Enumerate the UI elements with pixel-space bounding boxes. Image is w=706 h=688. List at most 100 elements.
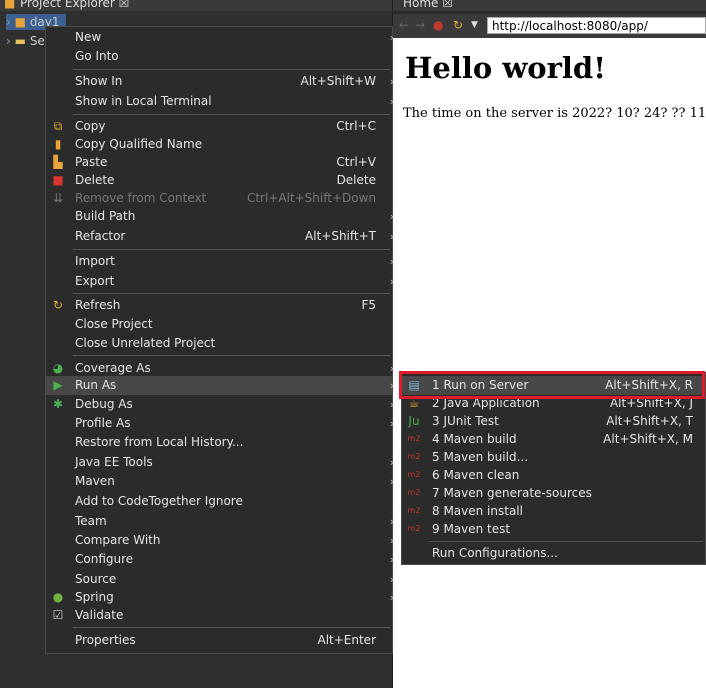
menu-item-shortcut: Ctrl+V [336, 155, 376, 169]
dropdown-icon[interactable]: ▼ [471, 20, 478, 30]
menu-item-new[interactable]: New › [46, 28, 394, 47]
chevron-right-icon: › [6, 34, 11, 48]
maven-icon: m2 [407, 434, 421, 443]
menu-separator [429, 541, 703, 542]
maven-icon: m2 [407, 452, 421, 461]
menu-item-spring[interactable]: ● Spring › [46, 588, 394, 607]
stop-icon[interactable]: ● [433, 18, 443, 32]
copy-qualified-icon: ▮ [54, 137, 62, 151]
forward-icon[interactable]: → [415, 18, 425, 32]
submenu-item-run-on-server[interactable]: ▤ 1 Run on Server Alt+Shift+X, R [402, 376, 705, 395]
refresh-icon[interactable]: ↻ [453, 18, 463, 32]
menu-item-build-path[interactable]: Build Path › [46, 207, 394, 226]
submenu-item-maven-generate-sources[interactable]: m2 7 Maven generate-sources [402, 484, 705, 503]
menu-item-debug-as[interactable]: ✱ Debug As › [46, 395, 394, 414]
tree-item-servers[interactable]: › ▬ Se [6, 33, 45, 49]
menu-item-shortcut: Alt+Enter [317, 633, 376, 647]
submenu-item-run-configurations[interactable]: Run Configurations... [402, 544, 705, 563]
page-heading: Hello world! [405, 51, 606, 85]
project-explorer-tabbar: ■ Project Explorer ☒ [0, 0, 392, 11]
menu-item-compare-with[interactable]: Compare With › [46, 531, 394, 550]
menu-item-validate[interactable]: ☑ Validate [46, 606, 392, 625]
url-input[interactable]: http://localhost:8080/app/ [487, 17, 706, 34]
menu-item-source[interactable]: Source › [46, 570, 394, 589]
menu-item-shortcut: F5 [361, 298, 376, 312]
submenu-item-maven-clean[interactable]: m2 6 Maven clean [402, 466, 705, 485]
menu-item-maven[interactable]: Maven › [46, 472, 394, 491]
menu-item-configure[interactable]: Configure › [46, 550, 394, 569]
menu-item-copy-qualified-name[interactable]: ▮ Copy Qualified Name [46, 135, 392, 154]
junit-icon: Ju [408, 414, 420, 428]
spring-icon: ● [52, 590, 64, 604]
submenu-item-java-application[interactable]: ☕ 2 Java Application Alt+Shift+X, J [402, 394, 705, 413]
menu-item-team[interactable]: Team › [46, 512, 394, 531]
menu-item-label: Restore from Local History... [75, 435, 244, 449]
web-page-content: Hello world! The time on the server is 2… [393, 38, 706, 688]
maven-icon: m2 [407, 506, 421, 515]
menu-item-copy[interactable]: ⧉ Copy Ctrl+C [46, 117, 392, 136]
menu-item-label: Close Project [75, 317, 153, 331]
submenu-item-junit-test[interactable]: Ju 3 JUnit Test Alt+Shift+X, T [402, 412, 705, 431]
chevron-right-icon: › [389, 210, 394, 223]
chevron-right-icon: › [389, 75, 394, 88]
menu-item-show-in-terminal[interactable]: Show in Local Terminal › [46, 92, 394, 111]
menu-item-codetogether-ignore[interactable]: Add to CodeTogether Ignore [46, 492, 392, 511]
maven-icon: m2 [407, 524, 421, 533]
menu-item-show-in[interactable]: Show In Alt+Shift+W › [46, 72, 394, 91]
menu-item-close-project[interactable]: Close Project [46, 315, 392, 334]
menu-item-close-unrelated-project[interactable]: Close Unrelated Project [46, 334, 392, 353]
project-explorer-tab[interactable]: Project Explorer ☒ [20, 0, 129, 10]
menu-item-delete[interactable]: ■ Delete Delete [46, 171, 392, 190]
menu-item-label: Properties [75, 633, 136, 647]
maven-icon: m2 [407, 470, 421, 479]
submenu-item-shortcut: Alt+Shift+X, R [605, 378, 693, 392]
chevron-right-icon: › [389, 553, 394, 566]
submenu-item-label: 8 Maven install [432, 504, 523, 518]
submenu-item-maven-test[interactable]: m2 9 Maven test [402, 520, 705, 539]
submenu-item-label: 5 Maven build... [432, 450, 529, 464]
run-as-submenu: ▤ 1 Run on Server Alt+Shift+X, R ☕ 2 Java A… [401, 372, 706, 565]
chevron-right-icon: › [389, 475, 394, 488]
submenu-item-shortcut: Alt+Shift+X, J [609, 396, 693, 410]
menu-item-refresh[interactable]: ↻ Refresh F5 [46, 296, 392, 315]
menu-item-label: Delete [75, 173, 115, 187]
menu-item-java-ee-tools[interactable]: Java EE Tools › [46, 453, 394, 472]
menu-item-label: Configure [75, 552, 134, 566]
menu-item-go-into[interactable]: Go Into [46, 47, 392, 66]
submenu-item-maven-build[interactable]: m2 4 Maven build Alt+Shift+X, M [402, 430, 705, 449]
menu-item-run-as[interactable]: ▶ Run As › [46, 376, 394, 395]
menu-separator [73, 69, 390, 70]
submenu-item-label: 3 JUnit Test [432, 414, 499, 428]
menu-item-restore-local-history[interactable]: Restore from Local History... [46, 433, 392, 452]
chevron-right-icon: › [389, 31, 394, 44]
menu-item-label: Build Path [75, 209, 136, 223]
delete-icon: ■ [52, 173, 64, 187]
browser-tab[interactable]: Home ☒ [403, 0, 453, 10]
menu-item-label: Compare With [75, 533, 161, 547]
menu-item-label: Close Unrelated Project [75, 336, 216, 350]
maven-icon: m2 [407, 488, 421, 497]
menu-item-properties[interactable]: Properties Alt+Enter [46, 631, 392, 650]
page-text: The time on the server is 2022? 10? 24? … [403, 106, 706, 121]
menu-item-shortcut: Delete [336, 173, 376, 187]
submenu-item-maven-install[interactable]: m2 8 Maven install [402, 502, 705, 521]
menu-item-export[interactable]: Export › [46, 272, 394, 291]
folder-icon: ■ [4, 0, 16, 10]
chevron-right-icon: › [389, 591, 394, 604]
menu-item-label: Export [75, 274, 115, 288]
menu-item-refactor[interactable]: Refactor Alt+Shift+T › [46, 227, 394, 246]
menu-item-profile-as[interactable]: Profile As › [46, 414, 394, 433]
menu-item-label: Show in Local Terminal [75, 94, 212, 108]
context-menu: New › Go Into Show In Alt+Shift+W › Show in… [45, 26, 394, 654]
back-icon[interactable]: ← [399, 18, 409, 32]
debug-icon: ✱ [52, 397, 64, 411]
menu-item-label: Java EE Tools [75, 455, 153, 469]
menu-item-label: Profile As [75, 416, 131, 430]
chevron-right-icon: › [389, 230, 394, 243]
menu-item-paste[interactable]: ▙ Paste Ctrl+V [46, 153, 392, 172]
menu-item-import[interactable]: Import › [46, 252, 394, 271]
submenu-item-maven-build-dialog[interactable]: m2 5 Maven build... [402, 448, 705, 467]
menu-item-label: Refresh [75, 298, 121, 312]
menu-item-label: Source [75, 572, 117, 586]
menu-item-remove-from-context[interactable]: ⇊ Remove from Context Ctrl+Alt+Shift+Down [46, 189, 392, 208]
